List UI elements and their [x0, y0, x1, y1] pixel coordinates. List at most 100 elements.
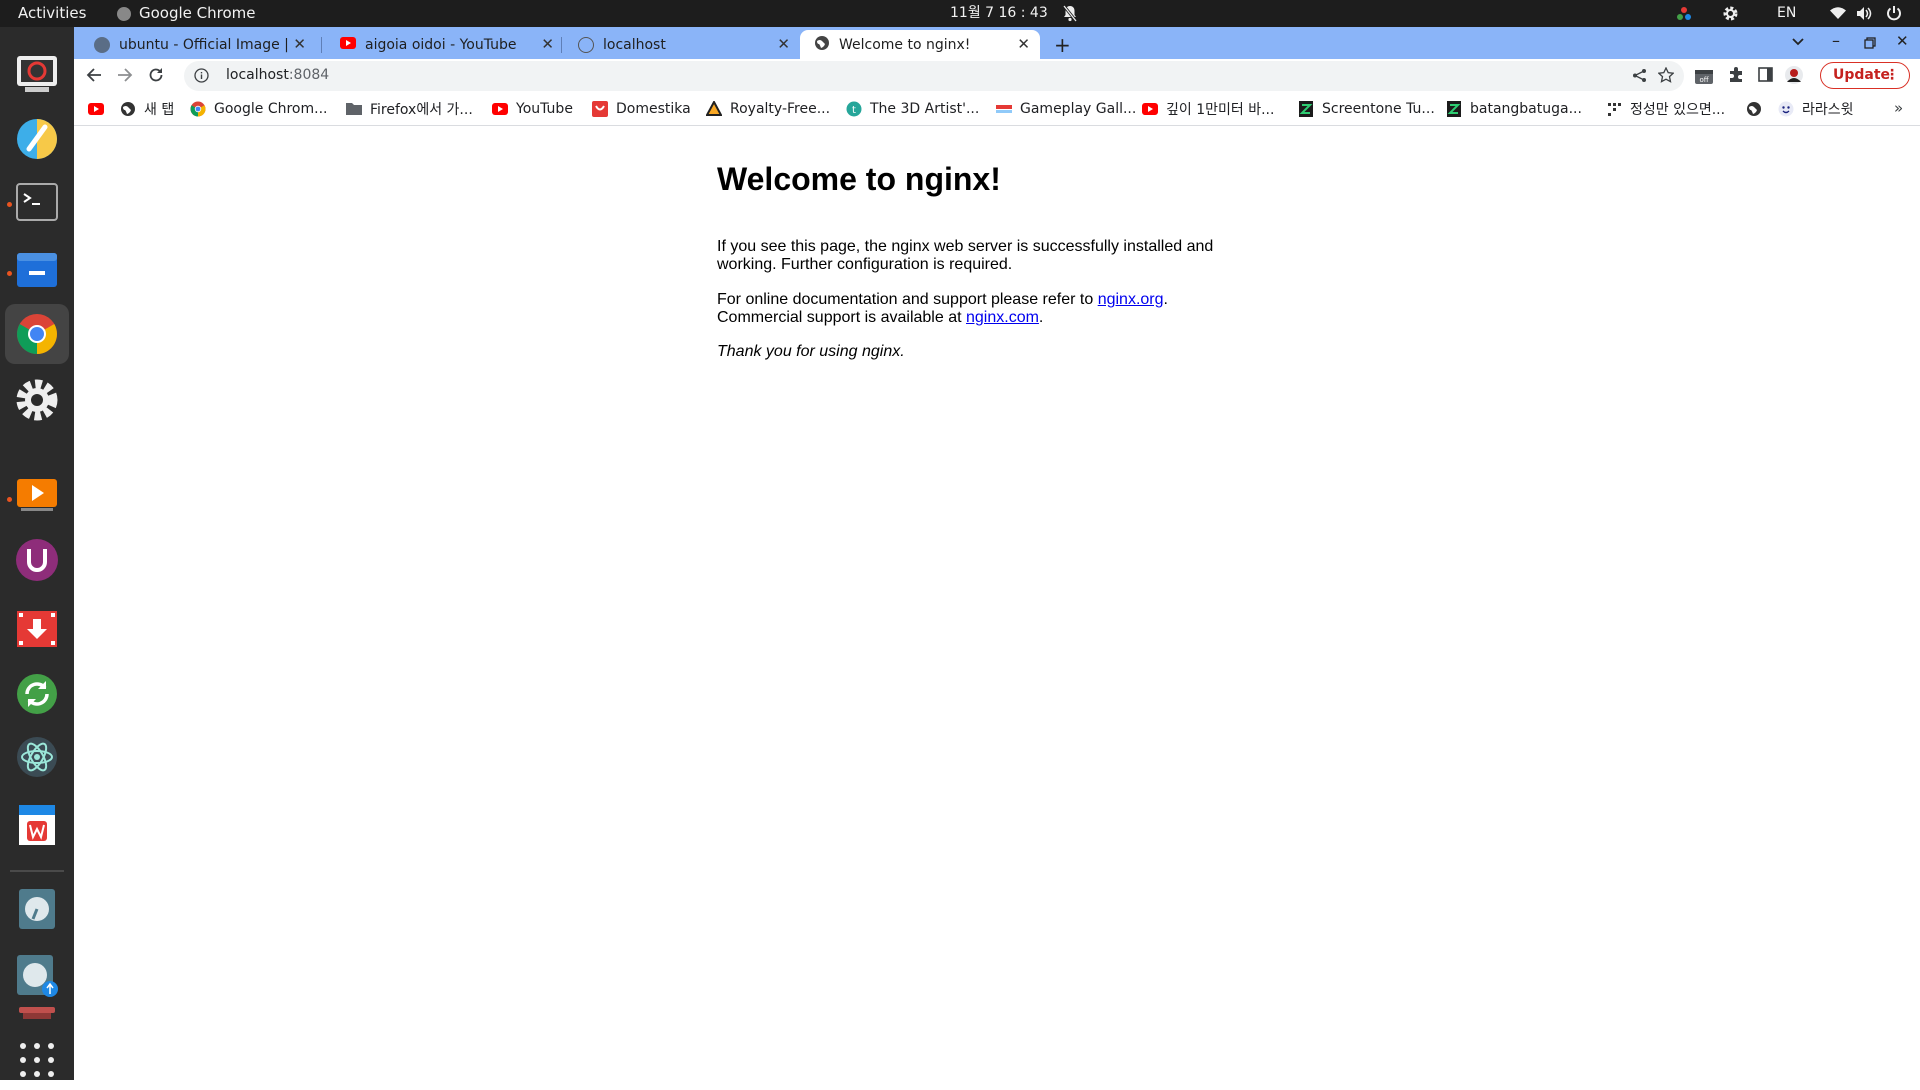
- dock-chrome[interactable]: [5, 304, 69, 364]
- globe-icon: [120, 101, 136, 117]
- dock-terminal[interactable]: [5, 172, 69, 232]
- bookmark-star-icon[interactable]: [1657, 66, 1675, 87]
- disk-icon: [19, 889, 55, 929]
- maximize-icon[interactable]: [1864, 34, 1876, 53]
- bookmark-firefox-folder[interactable]: Firefox에서 가...: [346, 92, 473, 125]
- more-bookmarks-icon[interactable]: »: [1894, 99, 1903, 117]
- tab-welcome-nginx[interactable]: Welcome to nginx! ✕: [800, 30, 1040, 59]
- bookmark-label: Firefox에서 가...: [370, 101, 473, 118]
- bookmark-3d-artist[interactable]: t The 3D Artist'...: [846, 92, 979, 125]
- clock[interactable]: 11월 7 16 : 43: [950, 0, 1048, 27]
- extensions-puzzle-icon[interactable]: [1728, 66, 1745, 87]
- dock-downloader[interactable]: [5, 599, 69, 659]
- bookmark-label: batangbatuga...: [1470, 100, 1582, 117]
- tab-localhost[interactable]: localhost ✕: [564, 30, 800, 59]
- bookmark-batangbatuga[interactable]: batangbatuga...: [1446, 92, 1582, 125]
- tab-title: aigoia oidoi - YouTube: [365, 36, 517, 53]
- app-menu[interactable]: Google Chrome: [117, 0, 256, 27]
- color-picker-tray-icon[interactable]: [1676, 6, 1692, 21]
- bookmark-deep-10000m[interactable]: 깊이 1만미터 바...: [1142, 92, 1274, 125]
- dock-trash[interactable]: [5, 997, 69, 1027]
- url-text[interactable]: localhost:8084: [226, 67, 329, 83]
- nginx-com-link[interactable]: nginx.com: [966, 309, 1039, 326]
- bookmark-royalty-free[interactable]: Royalty-Free...: [706, 92, 830, 125]
- atom-icon: [17, 737, 57, 777]
- address-bar[interactable]: localhost:8084: [184, 61, 1684, 91]
- punct: .: [1163, 291, 1168, 308]
- refresh-icon: [17, 674, 57, 714]
- close-tab-icon[interactable]: ✕: [293, 35, 306, 53]
- tab-title: localhost: [603, 36, 666, 53]
- reload-icon[interactable]: [148, 67, 164, 87]
- tab-youtube[interactable]: aigoia oidoi - YouTube ✕: [326, 30, 564, 59]
- input-language[interactable]: EN: [1777, 0, 1796, 27]
- bookmark-youtube[interactable]: YouTube: [492, 92, 573, 125]
- dock-ubuntu-app[interactable]: [5, 530, 69, 590]
- bookmark-jeongseong[interactable]: 정성만 있으면...: [1606, 92, 1725, 125]
- info-icon[interactable]: [194, 68, 209, 87]
- back-icon[interactable]: [86, 67, 102, 87]
- close-window-icon[interactable]: ✕: [1896, 32, 1909, 50]
- ubuntu-top-bar: Activities Google Chrome 11월 7 16 : 43 E…: [0, 0, 1920, 27]
- dock-settings[interactable]: [5, 370, 69, 430]
- dock-files[interactable]: [5, 239, 69, 299]
- bookmark-label: Google Chrom...: [214, 100, 328, 117]
- power-icon[interactable]: [1886, 5, 1902, 22]
- bookmark-label: Domestika: [616, 100, 691, 117]
- t-circle-icon: t: [846, 101, 862, 117]
- chrome-icon: [190, 101, 206, 117]
- bookmark-label: Screentone Tu...: [1322, 100, 1435, 117]
- forward-icon[interactable]: [117, 67, 133, 87]
- more-menu-icon[interactable]: ⋮: [1885, 63, 1899, 88]
- bookmark-lalasweet[interactable]: 라라스윗: [1778, 92, 1854, 125]
- youtube-icon: [88, 101, 104, 117]
- tab-title: ubuntu - Official Image | D: [119, 36, 293, 53]
- bookmark-domestika[interactable]: Domestika: [592, 92, 691, 125]
- youtube-icon: [492, 101, 508, 117]
- new-tab-icon[interactable]: +: [1054, 33, 1071, 57]
- bookmark-label: The 3D Artist'...: [870, 100, 980, 117]
- dock-krita[interactable]: [5, 109, 69, 169]
- dock-system-monitor[interactable]: [5, 44, 69, 104]
- ad-block-extension-icon[interactable]: off: [1694, 66, 1714, 90]
- bookmark-label: 라라스윗: [1802, 101, 1854, 118]
- dock-disk-1[interactable]: [5, 879, 69, 939]
- tab-search-icon[interactable]: [1792, 35, 1804, 49]
- bookmark-screentone[interactable]: Screentone Tu...: [1298, 92, 1435, 125]
- dock-update-manager[interactable]: [5, 664, 69, 724]
- profile-avatar-icon[interactable]: [1784, 65, 1804, 89]
- url-port: :8084: [288, 67, 330, 83]
- activities-button[interactable]: Activities: [18, 0, 86, 27]
- close-tab-icon[interactable]: ✕: [1017, 35, 1030, 53]
- docs-paragraph: For online documentation and support ple…: [717, 291, 1237, 327]
- volume-icon[interactable]: [1856, 6, 1872, 21]
- flag-icon: [996, 101, 1012, 117]
- settings-tray-icon[interactable]: [1722, 5, 1739, 22]
- dock-video-player[interactable]: [5, 465, 69, 525]
- bookmark-google-chrome[interactable]: Google Chrom...: [190, 92, 327, 125]
- bookmark-youtube-icon-only[interactable]: [88, 92, 112, 125]
- share-icon[interactable]: [1632, 68, 1647, 87]
- update-button[interactable]: Update ⋮: [1820, 62, 1910, 89]
- tab-ubuntu-docker[interactable]: ubuntu - Official Image | D ✕: [80, 30, 316, 59]
- play-icon: [17, 479, 57, 511]
- close-tab-icon[interactable]: ✕: [541, 35, 554, 53]
- show-applications-button[interactable]: [5, 1030, 69, 1090]
- wifi-icon[interactable]: [1830, 7, 1846, 20]
- dock-wps-writer[interactable]: [5, 795, 69, 855]
- dock-disk-2[interactable]: [5, 945, 69, 1005]
- bookmarks-bar: 새 탭 Google Chrom... Firefox에서 가... YouTu…: [74, 92, 1920, 126]
- side-panel-icon[interactable]: [1758, 67, 1773, 86]
- minimize-icon[interactable]: –: [1832, 31, 1840, 50]
- bookmark-label: Royalty-Free...: [730, 100, 831, 117]
- punct: .: [1038, 309, 1044, 326]
- bookmark-new-tab[interactable]: 새 탭: [120, 92, 174, 125]
- commercial-text: Commercial support is available at: [717, 309, 966, 326]
- close-tab-icon[interactable]: ✕: [777, 35, 790, 53]
- bookmark-gameplay-gallery[interactable]: Gameplay Gall...: [996, 92, 1136, 125]
- url-host: localhost: [226, 67, 289, 83]
- bookmark-globe[interactable]: [1746, 92, 1770, 125]
- nginx-org-link[interactable]: nginx.org: [1098, 291, 1164, 308]
- dock-atom[interactable]: [5, 727, 69, 787]
- app-grid-icon: [20, 1043, 54, 1077]
